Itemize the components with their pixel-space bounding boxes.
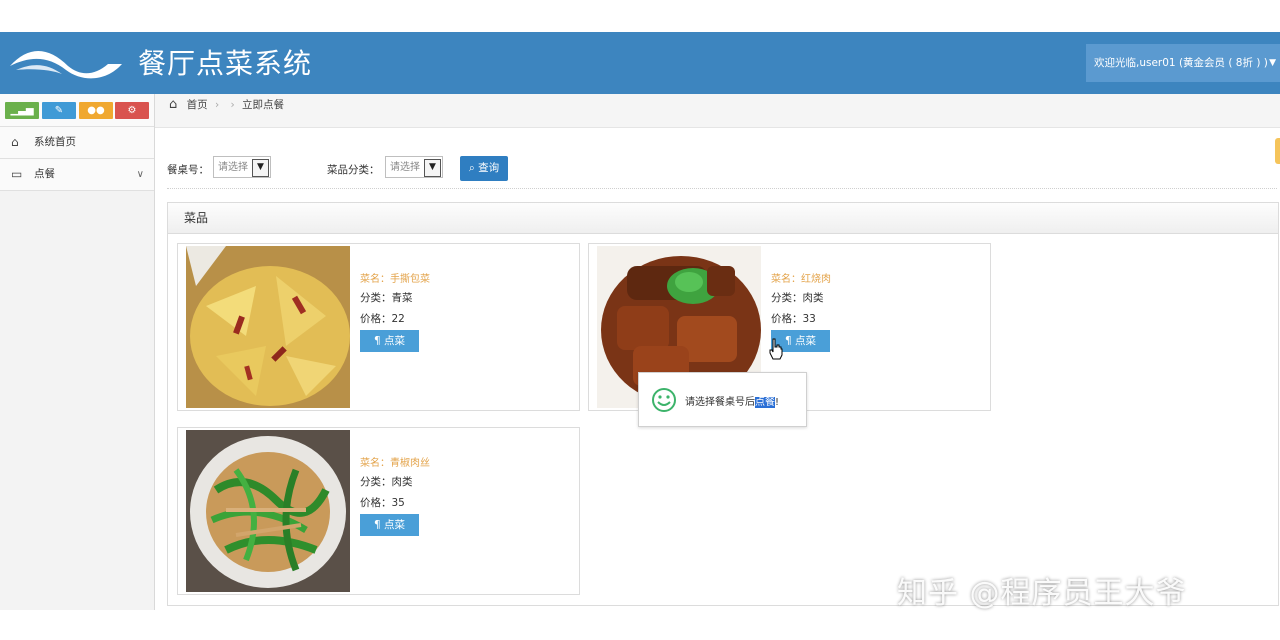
hand-cursor-icon [769, 338, 783, 360]
order-button-label: 点菜 [384, 335, 406, 347]
toast-text: 请选择餐桌号后点餐! [685, 393, 779, 408]
watermark: 知乎 @程序员王大爷 [897, 576, 1187, 611]
dish-info: 菜名：红烧肉 分类：肉类 价格：33 ¶ 点菜 [771, 270, 831, 352]
divider [167, 188, 1277, 189]
gears-icon[interactable]: ⚙ [115, 102, 149, 119]
pencil-icon[interactable]: ✎ [42, 102, 76, 119]
sidebar-item-label: 点餐 [34, 168, 55, 180]
app-title: 餐厅点菜系统 [138, 47, 313, 80]
home-icon[interactable]: ⌂ [169, 97, 177, 112]
breadcrumb: ⌂ 首页 › › 立即点餐 [155, 94, 1280, 128]
query-label: 查询 [478, 162, 500, 174]
users-icon[interactable]: ●● [79, 102, 113, 119]
dish-price: 价格：22 [360, 313, 405, 325]
dropdown-arrow-icon: ▼ [252, 159, 269, 177]
main-content: ⌂ 首页 › › 立即点餐 餐桌号： 请选择 ▼ 菜品分类： 请选择 ▼ ⌕ 查… [155, 94, 1280, 610]
app-header: 餐厅点菜系统 欢迎光临,user01 (黄金会员 ( 8折 ) ) ▼ [0, 32, 1280, 94]
user-menu[interactable]: 欢迎光临,user01 (黄金会员 ( 8折 ) ) ▼ [1086, 44, 1280, 82]
dish-card: 菜名：青椒肉丝 分类：肉类 价格：35 ¶ 点菜 [177, 427, 580, 595]
panel-title: 菜品 [168, 203, 1278, 234]
dish-price: 价格：33 [771, 313, 816, 325]
toast-text-before: 请选择餐桌号后 [685, 397, 755, 408]
category-select-value: 请选择 [390, 162, 420, 173]
card-icon: ▭ [11, 167, 23, 181]
home-icon: ⌂ [11, 135, 19, 149]
category-label: 菜品分类： [327, 164, 380, 176]
fork-knife-icon: ¶ [784, 335, 792, 347]
table-label: 餐桌号： [167, 164, 209, 176]
category-select[interactable]: 请选择 ▼ [385, 156, 443, 178]
welcome-text: 欢迎光临,user01 (黄金会员 ( 8折 ) ) [1094, 57, 1268, 69]
table-select-value: 请选择 [218, 162, 248, 173]
side-tab[interactable] [1275, 138, 1280, 164]
sidebar-item-home[interactable]: ⌂ 系统首页 [0, 127, 154, 159]
dish-price: 价格：35 [360, 497, 405, 509]
top-strip [0, 0, 1280, 32]
sidebar: ▁▃▅ ✎ ●● ⚙ ⌂ 系统首页 ▭ 点餐 ∨ [0, 94, 155, 610]
chevron-down-icon: ∨ [136, 169, 144, 180]
dish-info: 菜名：青椒肉丝 分类：肉类 价格：35 ¶ 点菜 [360, 454, 430, 536]
smile-icon [652, 388, 676, 412]
dish-card: 菜名：手撕包菜 分类：青菜 价格：22 ¶ 点菜 [177, 243, 580, 411]
dish-category: 分类：肉类 [360, 476, 413, 488]
caret-down-icon: ▼ [1269, 58, 1276, 68]
fork-knife-icon: ¶ [373, 519, 381, 531]
dish-name: 菜名：红烧肉 [771, 274, 831, 285]
dropdown-arrow-icon: ▼ [424, 159, 441, 177]
query-button[interactable]: ⌕ 查询 [460, 156, 508, 181]
search-icon: ⌕ [468, 162, 475, 174]
separator-icon: › [214, 99, 220, 111]
dish-name: 菜名：手撕包菜 [360, 274, 430, 285]
breadcrumb-home[interactable]: 首页 [187, 99, 208, 111]
order-button[interactable]: ¶ 点菜 [360, 330, 419, 352]
dish-image [186, 430, 350, 592]
dish-category: 分类：肉类 [771, 292, 824, 304]
separator-icon: › [230, 99, 235, 111]
order-button-label: 点菜 [384, 519, 406, 531]
dish-info: 菜名：手撕包菜 分类：青菜 价格：22 ¶ 点菜 [360, 270, 430, 352]
dish-image [186, 246, 350, 408]
toast-message: 请选择餐桌号后点餐! [638, 372, 807, 427]
table-select[interactable]: 请选择 ▼ [213, 156, 271, 178]
order-button-label: 点菜 [795, 335, 817, 347]
sidebar-item-label: 系统首页 [34, 136, 76, 148]
breadcrumb-current: 立即点餐 [242, 99, 285, 111]
fork-knife-icon: ¶ [373, 335, 381, 347]
shortcut-bar: ▁▃▅ ✎ ●● ⚙ [0, 94, 154, 127]
order-button[interactable]: ¶ 点菜 [360, 514, 419, 536]
logo-icon [10, 51, 122, 79]
dish-name: 菜名：青椒肉丝 [360, 458, 430, 469]
signal-icon[interactable]: ▁▃▅ [5, 102, 39, 119]
toast-text-after: ! [775, 397, 780, 408]
dish-category: 分类：青菜 [360, 292, 413, 304]
bottom-strip [0, 610, 1280, 640]
filter-bar: 餐桌号： 请选择 ▼ 菜品分类： 请选择 ▼ ⌕ 查询 [167, 156, 1267, 182]
toast-text-highlight: 点餐 [755, 397, 775, 408]
sidebar-item-order[interactable]: ▭ 点餐 ∨ [0, 159, 154, 191]
